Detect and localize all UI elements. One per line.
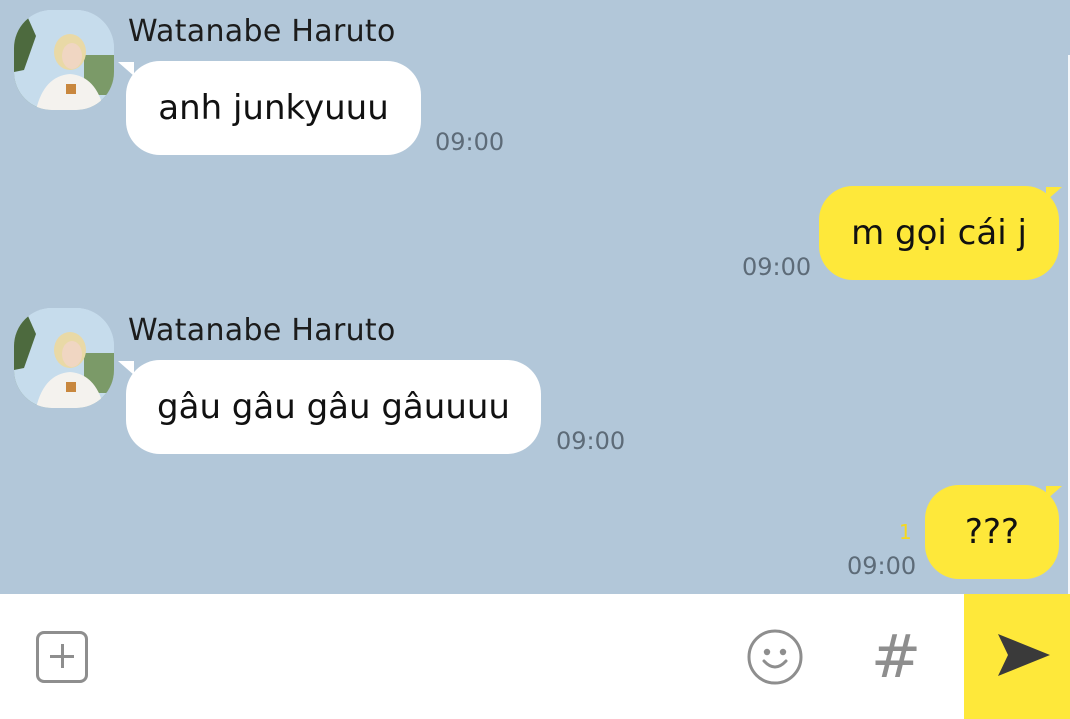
message-time: 09:00 bbox=[742, 253, 812, 281]
paper-plane-icon bbox=[998, 634, 1050, 676]
sender-name: Watanabe Haruto bbox=[128, 313, 396, 348]
avatar[interactable] bbox=[14, 10, 114, 110]
message-time: 09:00 bbox=[556, 427, 626, 455]
avatar[interactable] bbox=[14, 308, 114, 408]
message-text: m gọi cái j bbox=[851, 213, 1027, 253]
message-time: 09:00 bbox=[847, 552, 917, 580]
message-text: gâu gâu gâu gâuuuu bbox=[157, 387, 510, 427]
sender-name: Watanabe Haruto bbox=[128, 14, 396, 49]
plus-square-icon[interactable] bbox=[36, 631, 88, 683]
message-text: ??? bbox=[964, 512, 1020, 552]
chat-area[interactable]: Watanabe Haruto anh junkyuuu 09:00 m gọi… bbox=[0, 0, 1070, 594]
message-bubble-outgoing[interactable]: m gọi cái j bbox=[819, 186, 1059, 280]
message-bubble-incoming[interactable]: gâu gâu gâu gâuuuu bbox=[126, 360, 541, 454]
message-text: anh junkyuuu bbox=[158, 88, 389, 128]
message-time: 09:00 bbox=[435, 128, 505, 156]
send-button[interactable] bbox=[964, 594, 1070, 719]
smiley-icon[interactable] bbox=[746, 628, 804, 686]
hashtag-button[interactable]: # bbox=[866, 622, 926, 692]
message-bubble-outgoing[interactable]: ??? bbox=[925, 485, 1059, 579]
message-bubble-incoming[interactable]: anh junkyuuu bbox=[126, 61, 421, 155]
unread-count: 1 bbox=[899, 520, 912, 544]
